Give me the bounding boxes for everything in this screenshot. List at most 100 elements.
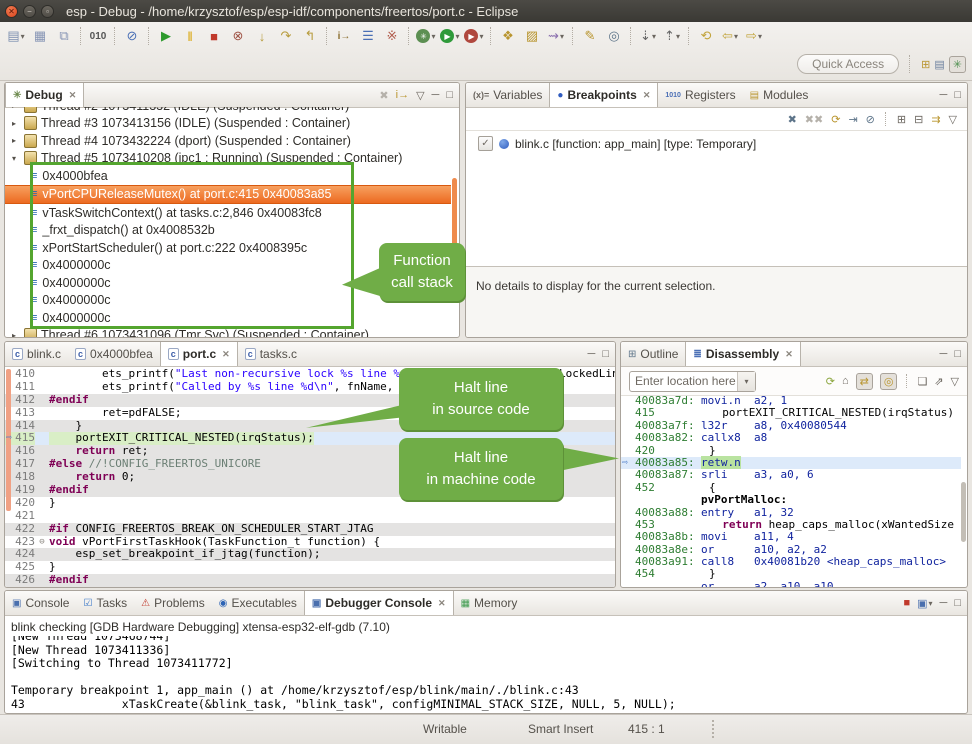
terminate-icon[interactable]: ■ xyxy=(202,25,226,47)
view-menu-icon[interactable]: ▽ xyxy=(951,375,959,388)
tab-blink-c[interactable]: c blink.c xyxy=(5,342,68,366)
stack-frame-row[interactable]: ≡vTaskSwitchContext() at tasks.c:2,846 0… xyxy=(5,204,451,222)
search-icon[interactable]: ◎ xyxy=(602,25,626,47)
close-icon[interactable]: ✕ xyxy=(438,598,446,609)
link-with-debug-view-icon[interactable]: ⇉ xyxy=(931,113,940,126)
tab-disassembly[interactable]: ≣ Disassembly ✕ xyxy=(685,342,800,366)
thread-row[interactable]: ▸Thread #4 1073432224 (dport) (Suspended… xyxy=(5,132,451,150)
save-all-icon[interactable]: ⧉ xyxy=(52,25,76,47)
remove-breakpoint-icon[interactable]: ✖ xyxy=(788,113,797,126)
view-menu-icon[interactable]: ▽ xyxy=(949,113,957,126)
location-input[interactable]: Enter location here ▾ xyxy=(629,371,756,392)
tab-variables[interactable]: (x)= Variables xyxy=(466,83,549,107)
maximize-icon[interactable]: □ xyxy=(954,89,961,101)
open-resource-icon[interactable]: ▨ xyxy=(520,25,544,47)
debug-icon[interactable]: ✳▾ xyxy=(414,25,438,47)
tab-breakpoints[interactable]: ● Breakpoints ✕ xyxy=(549,83,658,107)
disasm-row[interactable]: 40083a91:call8 0x40081b20 <heap_caps_mal… xyxy=(621,556,961,568)
debug-call-stack-tree[interactable]: ▸Thread #2 1073411332 (IDLE) (Suspended … xyxy=(5,107,451,337)
step-filters-icon[interactable]: ☰ xyxy=(356,25,380,47)
tab-registers[interactable]: 1010 Registers xyxy=(658,83,742,107)
close-icon[interactable]: ✕ xyxy=(222,349,230,360)
step-over-icon[interactable]: ↷ xyxy=(274,25,298,47)
breakpoint-checkbox[interactable]: ✓ xyxy=(478,136,493,151)
tree-expander-icon[interactable]: ▸ xyxy=(12,119,22,128)
binary-icon[interactable]: 010 xyxy=(86,25,110,47)
maximize-icon[interactable]: □ xyxy=(602,348,609,360)
next-annotation-icon[interactable]: ⇣▾ xyxy=(636,25,660,47)
stack-frame-row[interactable]: ≡0x4000000c xyxy=(5,309,451,327)
forward-icon[interactable]: ⇨▾ xyxy=(742,25,766,47)
tab-memory[interactable]: ▦ Memory xyxy=(454,591,525,615)
close-icon[interactable]: ✕ xyxy=(785,349,793,360)
close-icon[interactable]: ✕ xyxy=(69,90,77,101)
mark-occurrences-icon[interactable]: ✎ xyxy=(578,25,602,47)
remove-all-breakpoints-icon[interactable]: ✖✖ xyxy=(805,113,823,126)
minimize-icon[interactable]: ─ xyxy=(940,348,948,360)
step-into-icon[interactable]: ↓ xyxy=(250,25,274,47)
chevron-down-icon[interactable]: ▾ xyxy=(737,372,755,391)
collapse-all-icon[interactable]: ⊟ xyxy=(914,113,923,126)
skip-all-breakpoints-icon[interactable]: ⊘ xyxy=(120,25,144,47)
stack-frame-row[interactable]: ≡_frxt_dispatch() at 0x4008532b xyxy=(5,222,451,240)
disasm-row[interactable]: 40083a87:srli a3, a0, 6 xyxy=(621,469,961,481)
save-icon[interactable]: ▦ xyxy=(28,25,52,47)
tab-tasks[interactable]: ☑ Tasks xyxy=(76,591,134,615)
window-minimize-icon[interactable]: − xyxy=(23,5,36,18)
disasm-row[interactable]: or a2, a10, a10 xyxy=(621,581,961,587)
code-line[interactable]: 426#endif xyxy=(5,574,615,587)
minimize-icon[interactable]: ─ xyxy=(588,348,596,360)
external-tools-icon[interactable]: ⇝▾ xyxy=(544,25,568,47)
run-icon[interactable]: ▶▾ xyxy=(438,25,462,47)
code-line[interactable]: 424 esp_set_breakpoint_if_jtag(function)… xyxy=(5,548,615,561)
disassembly-scrollbar[interactable] xyxy=(961,482,966,542)
view-menu-icon[interactable]: ▽ xyxy=(416,89,424,102)
suspend-icon[interactable]: ‖ xyxy=(178,25,202,47)
maximize-icon[interactable]: □ xyxy=(446,89,453,101)
close-icon[interactable]: ✕ xyxy=(643,90,651,101)
expand-all-icon[interactable]: ⊞ xyxy=(897,113,906,126)
window-close-icon[interactable]: ✕ xyxy=(5,5,18,18)
tab-console[interactable]: ▣ Console xyxy=(5,591,76,615)
maximize-icon[interactable]: □ xyxy=(954,348,961,360)
console-output[interactable]: [New Thread 1073468744][New Thread 10734… xyxy=(5,636,967,711)
tree-expander-icon[interactable]: ▸ xyxy=(12,331,22,337)
new-view-icon[interactable]: ❏ xyxy=(917,375,927,388)
breakpoint-item[interactable]: ✓ blink.c [function: app_main] [type: Te… xyxy=(466,131,967,151)
tree-expander-icon[interactable]: ▾ xyxy=(12,154,22,163)
stack-frame-row[interactable]: ≡vPortCPUReleaseMutex() at port.c:415 0x… xyxy=(5,185,451,205)
disasm-row[interactable]: 452{ xyxy=(621,482,961,494)
tab-problems[interactable]: ⚠ Problems xyxy=(134,591,212,615)
disasm-row[interactable]: 40083a82:callx8 a8 xyxy=(621,432,961,444)
last-edit-location-icon[interactable]: ⟲ xyxy=(694,25,718,47)
tab-outline[interactable]: ⊞ Outline xyxy=(621,342,685,366)
tree-expander-icon[interactable]: ▸ xyxy=(12,107,22,110)
sync-with-selection-icon[interactable]: ⇄ xyxy=(856,373,873,390)
window-maximize-icon[interactable]: ▫ xyxy=(41,5,54,18)
resume-icon[interactable]: ▶ xyxy=(154,25,178,47)
instruction-stepping-mode-icon[interactable]: i→ xyxy=(396,89,409,101)
back-icon[interactable]: ⇦▾ xyxy=(718,25,742,47)
instruction-stepping-icon[interactable]: i→ xyxy=(332,25,356,47)
tab-executables[interactable]: ◉ Executables xyxy=(212,591,304,615)
minimize-icon[interactable]: ─ xyxy=(940,89,948,101)
remove-all-terminated-icon[interactable]: ✖ xyxy=(379,89,388,102)
thread-row[interactable]: ▸Thread #3 1073413156 (IDLE) (Suspended … xyxy=(5,115,451,133)
new-icon[interactable]: ▤▾ xyxy=(4,25,28,47)
cpp-perspective-icon[interactable]: ▤ xyxy=(934,58,944,71)
tab-port-c[interactable]: c port.c ✕ xyxy=(160,342,238,366)
thread-row[interactable]: ▸Thread #2 1073411332 (IDLE) (Suspended … xyxy=(5,107,451,115)
tab-0x4000bfea[interactable]: c 0x4000bfea xyxy=(68,342,160,366)
minimize-icon[interactable]: ─ xyxy=(432,89,440,101)
code-line[interactable]: 425} xyxy=(5,561,615,574)
skip-all-breakpoints-icon[interactable]: ⊘ xyxy=(866,113,875,126)
quick-access-button[interactable]: Quick Access xyxy=(797,54,899,74)
display-selected-console-icon[interactable]: ▣▾ xyxy=(917,597,932,610)
breakpoint-properties-icon[interactable]: ※ xyxy=(380,25,404,47)
track-pc-icon[interactable]: ◎ xyxy=(880,373,898,390)
debug-perspective-icon[interactable]: ✳ xyxy=(949,56,966,73)
show-breakpoints-supported-icon[interactable]: ⟳ xyxy=(831,113,840,126)
go-to-file-icon[interactable]: ⇥ xyxy=(848,113,857,126)
home-icon[interactable]: ⌂ xyxy=(842,375,849,387)
terminate-console-icon[interactable]: ■ xyxy=(903,597,910,609)
